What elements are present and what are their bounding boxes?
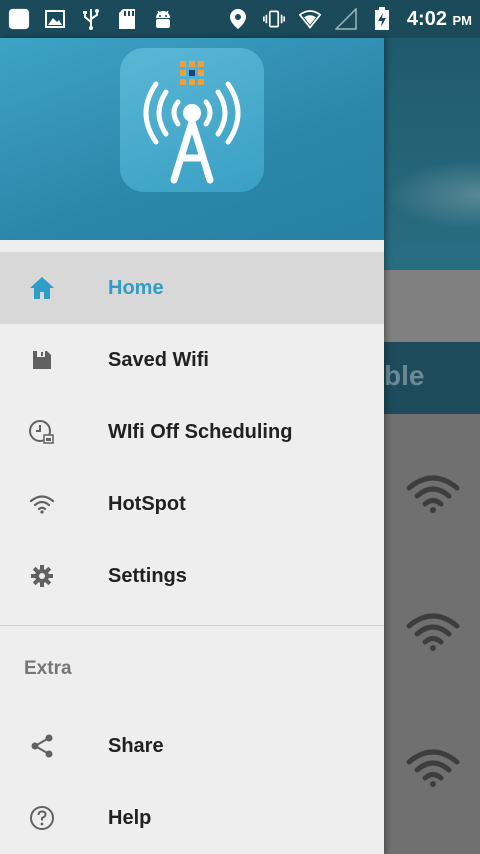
drawer-item-settings[interactable]: Settings bbox=[0, 540, 384, 612]
image-icon bbox=[44, 8, 66, 30]
background-globe-pattern bbox=[384, 160, 480, 230]
divider bbox=[0, 625, 384, 626]
cell-signal-icon bbox=[334, 8, 357, 30]
drawer-item-home[interactable]: Home bbox=[0, 252, 384, 324]
navigation-drawer: Home Saved Wifi WIfi Off Scheduling HotS… bbox=[0, 38, 384, 854]
wifi-icon bbox=[406, 749, 460, 787]
drawer-item-saved-wifi[interactable]: Saved Wifi bbox=[0, 324, 384, 396]
app-square-icon bbox=[8, 8, 30, 30]
drawer-item-wifi-off-scheduling[interactable]: WIfi Off Scheduling bbox=[0, 396, 384, 468]
drawer-item-label: WIfi Off Scheduling bbox=[108, 420, 293, 443]
section-title-extra: Extra bbox=[24, 658, 72, 679]
sd-card-icon bbox=[116, 8, 138, 30]
background-header bbox=[384, 38, 480, 270]
drawer-item-label: Saved Wifi bbox=[108, 348, 209, 371]
wifi-icon bbox=[28, 490, 56, 518]
gear-icon bbox=[28, 562, 56, 590]
usb-icon bbox=[80, 8, 102, 30]
wifi-signal-icon bbox=[298, 8, 321, 30]
drawer-item-label: Home bbox=[108, 276, 164, 299]
status-time: 4:02 PM bbox=[406, 7, 472, 30]
drawer-item-help[interactable]: Help bbox=[0, 782, 384, 854]
save-icon bbox=[28, 346, 56, 374]
background-gray-bar bbox=[384, 270, 480, 342]
home-icon bbox=[28, 274, 56, 302]
wifi-icon bbox=[406, 613, 460, 651]
drawer-item-label: Help bbox=[108, 806, 152, 829]
status-bar: 4:02 PM bbox=[0, 0, 480, 38]
help-icon bbox=[28, 804, 56, 832]
location-icon bbox=[227, 8, 249, 30]
drawer-item-hotspot[interactable]: HotSpot bbox=[0, 468, 384, 540]
schedule-clock-icon bbox=[28, 418, 56, 446]
battery-charging-icon bbox=[371, 7, 393, 30]
drawer-header bbox=[0, 38, 384, 240]
drawer-item-share[interactable]: Share bbox=[0, 710, 384, 782]
vibrate-icon bbox=[262, 8, 285, 30]
android-icon bbox=[152, 8, 174, 30]
drawer-item-label: Share bbox=[108, 734, 164, 757]
drawer-item-label: Settings bbox=[108, 564, 187, 587]
wifi-tower-logo-icon bbox=[120, 48, 264, 192]
drawer-item-label: HotSpot bbox=[108, 492, 186, 515]
background-banner-text: ble bbox=[384, 360, 425, 391]
share-icon bbox=[28, 732, 56, 760]
wifi-icon bbox=[406, 475, 460, 513]
